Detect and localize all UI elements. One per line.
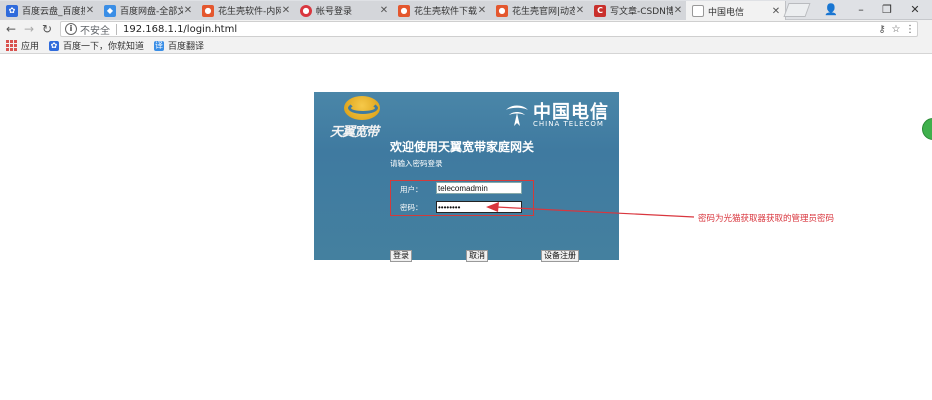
annotation-text: 密码为光猫获取器获取的管理员密码 [698, 214, 835, 224]
menu-dots-icon[interactable]: ⋮ [903, 24, 917, 35]
tab-csdn[interactable]: C 写文章-CSDN博客 ✕ [588, 1, 688, 20]
china-telecom-en: CHINA TELECOM [533, 120, 604, 128]
bookmark-label: 百度翻译 [168, 42, 205, 52]
password-input[interactable] [436, 201, 522, 213]
oray-icon: ● [398, 4, 410, 17]
baidu-paw-icon: ✿ [6, 4, 18, 17]
oray-icon: ● [202, 4, 214, 17]
welcome-title: 欢迎使用天翼宽带家庭网关 [390, 140, 535, 154]
url-input[interactable] [123, 22, 875, 36]
tianyi-broadband-logo: 天翼宽带 [330, 96, 392, 140]
info-icon[interactable]: i [65, 23, 77, 35]
restore-button[interactable]: ❐ [876, 1, 898, 18]
tab-title: 帐号登录 [316, 7, 353, 17]
reload-icon[interactable]: ↻ [39, 21, 55, 37]
tab-oray-download[interactable]: ● 花生壳软件下载-内网 ✕ [392, 1, 492, 20]
floating-widget-icon[interactable] [922, 118, 932, 140]
bookmark-label: 应用 [21, 42, 40, 52]
close-window-button[interactable]: ✕ [904, 1, 926, 18]
tab-title: 花生壳官网|动态域名 [512, 7, 575, 17]
close-tab-icon[interactable]: ✕ [477, 5, 487, 16]
browser-toolbar: ← → ↻ i 不安全 ⚷ ☆ ⋮ [0, 20, 932, 38]
bookmark-apps[interactable]: 应用 [6, 39, 39, 52]
new-tab-button[interactable] [783, 3, 811, 17]
baidu-translate-icon: 译 [154, 40, 165, 51]
tab-strip: ✿ 百度云盘_百度搜索 ✕ ◆ 百度网盘-全部文件 ✕ ● 花生壳软件-内网穿透… [0, 0, 932, 21]
password-label: 密码： [400, 203, 423, 212]
bookmark-label: 百度一下，你就知道 [63, 42, 145, 52]
bookmarks-bar: 应用 ✿ 百度一下，你就知道 译 百度翻译 [0, 38, 932, 54]
back-arrow-icon[interactable]: ← [3, 21, 19, 37]
china-telecom-emblem-icon [506, 105, 528, 126]
divider [116, 23, 117, 35]
tab-title: 写文章-CSDN博客 [610, 7, 673, 17]
csdn-icon: C [594, 4, 606, 17]
tab-account-login[interactable]: ● 帐号登录 ✕ [294, 1, 394, 20]
bookmark-star-icon[interactable]: ☆ [889, 24, 903, 35]
baidu-netdisk-icon: ◆ [104, 4, 116, 17]
username-input[interactable] [436, 182, 522, 194]
login-panel: 天翼宽带 中国电信 CHINA TELECOM 欢迎使用天翼宽带家庭网关 请输入… [314, 92, 619, 262]
apps-grid-icon [6, 40, 17, 51]
device-register-button[interactable]: 设备注册 [541, 250, 579, 262]
tab-baidu-netdisk[interactable]: ◆ 百度网盘-全部文件 ✕ [98, 1, 198, 20]
close-tab-icon[interactable]: ✕ [379, 5, 389, 16]
tab-oray-software[interactable]: ● 花生壳软件-内网穿透 ✕ [196, 1, 296, 20]
user-profile-icon[interactable]: 👤 [820, 1, 842, 18]
close-tab-icon[interactable]: ✕ [183, 5, 193, 16]
china-telecom-logo: 中国电信 CHINA TELECOM [503, 98, 611, 134]
login-hint: 请输入密码登录 [390, 159, 443, 168]
key-icon[interactable]: ⚷ [875, 24, 889, 35]
tab-oray-official[interactable]: ● 花生壳官网|动态域名 ✕ [490, 1, 590, 20]
minimize-button[interactable]: – [850, 1, 872, 18]
tab-title: 花生壳软件-内网穿透 [218, 7, 281, 17]
cancel-button[interactable]: 取消 [466, 250, 488, 262]
bookmark-baidu[interactable]: ✿ 百度一下，你就知道 [49, 39, 144, 52]
address-bar[interactable]: i 不安全 ⚷ ☆ ⋮ [60, 21, 918, 37]
tianyi-swoosh [348, 102, 378, 114]
security-label: 不安全 [80, 25, 110, 37]
close-tab-icon[interactable]: ✕ [673, 5, 683, 16]
user-label: 用户： [400, 185, 423, 194]
tab-title: 百度网盘-全部文件 [120, 7, 183, 17]
oray-icon: ● [496, 4, 508, 17]
bookmark-baidu-translate[interactable]: 译 百度翻译 [154, 39, 204, 52]
oray-account-icon: ● [300, 4, 312, 17]
close-tab-icon[interactable]: ✕ [85, 5, 95, 16]
forward-arrow-icon[interactable]: → [21, 21, 37, 37]
baidu-paw-icon: ✿ [49, 40, 60, 51]
tab-title: 花生壳软件下载-内网 [414, 7, 477, 17]
tab-title: 百度云盘_百度搜索 [22, 7, 85, 17]
tianyi-brand-text: 天翼宽带 [330, 125, 379, 140]
tab-china-telecom[interactable]: 中国电信 ✕ [686, 1, 786, 21]
login-button[interactable]: 登录 [390, 250, 412, 262]
close-tab-icon[interactable]: ✕ [771, 6, 781, 17]
page-icon [692, 5, 704, 17]
close-tab-icon[interactable]: ✕ [575, 5, 585, 16]
close-tab-icon[interactable]: ✕ [281, 5, 291, 16]
tab-title: 中国电信 [708, 7, 745, 18]
tab-baidu-search[interactable]: ✿ 百度云盘_百度搜索 ✕ [0, 1, 100, 20]
